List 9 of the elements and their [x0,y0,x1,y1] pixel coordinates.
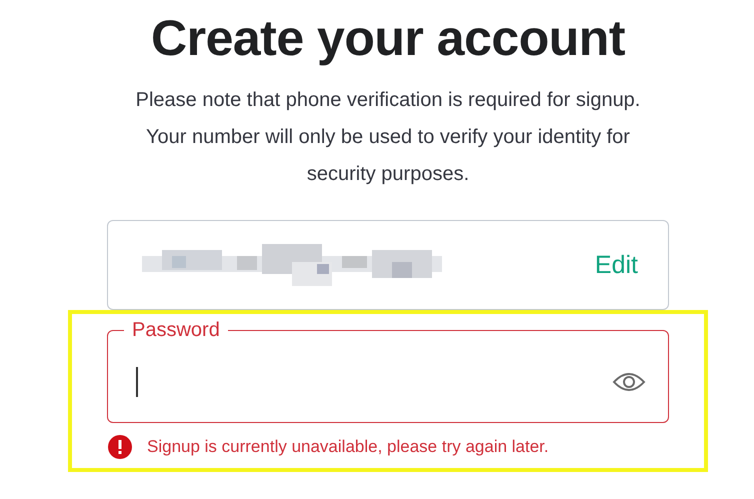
error-message: Signup is currently unavailable, please try again later. [147,437,549,457]
text-cursor [136,367,138,397]
edit-link[interactable]: Edit [594,250,638,280]
info-paragraph: Please note that phone verification is required for signup. Your number will only be used to verify your identity for security purposes. [135,88,641,187]
alert-icon [107,434,133,460]
page-heading: Create your account [150,9,626,68]
eye-icon[interactable] [612,371,646,393]
password-label: Password [131,318,221,342]
email-field[interactable]: Edit [107,220,669,310]
